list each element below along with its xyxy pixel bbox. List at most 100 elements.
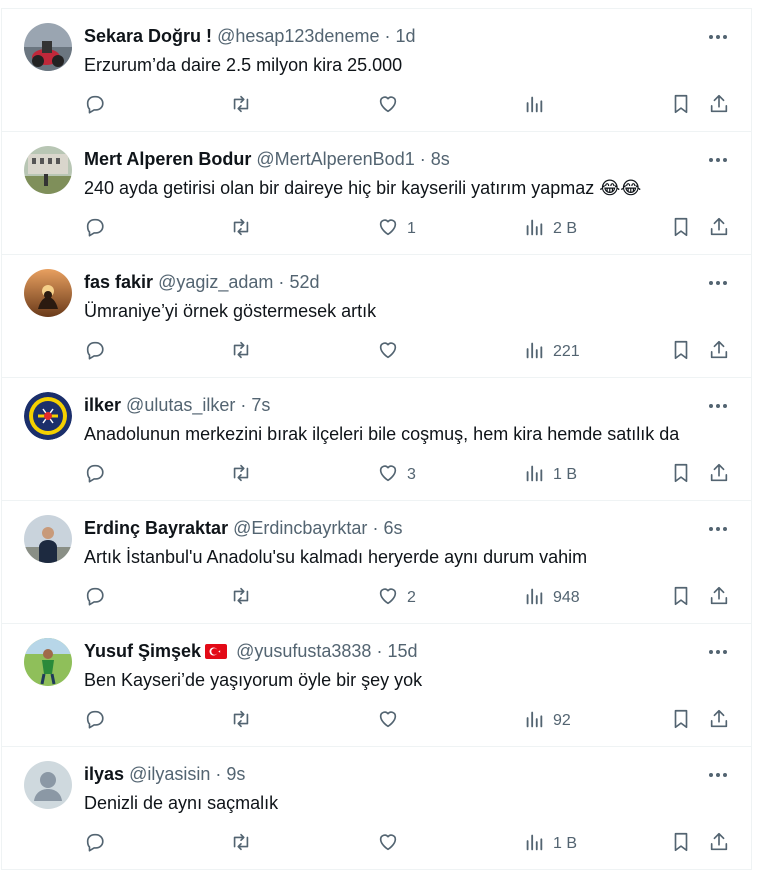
retweet-button[interactable]	[230, 583, 252, 613]
views-button[interactable]: 1 B	[523, 460, 577, 490]
like-button[interactable]	[377, 337, 407, 367]
bookmark-icon	[670, 831, 692, 858]
avatar[interactable]	[24, 761, 72, 809]
views-button[interactable]: 2 B	[523, 214, 577, 244]
more-options-icon[interactable]	[707, 519, 729, 539]
display-name[interactable]: Sekara Doğru !	[84, 26, 212, 46]
more-options-icon[interactable]	[707, 273, 729, 293]
share-button[interactable]	[708, 583, 730, 613]
bookmark-button[interactable]	[670, 337, 692, 367]
view-count: 1 B	[553, 835, 578, 852]
bookmark-icon	[670, 585, 692, 612]
action-bar: 3 1 B	[2, 460, 751, 490]
avatar[interactable]	[24, 515, 72, 563]
analytics-icon	[523, 216, 545, 243]
share-button[interactable]	[708, 829, 730, 859]
like-button[interactable]: 1	[377, 214, 416, 244]
share-button[interactable]	[708, 460, 730, 490]
reply-button[interactable]	[84, 460, 106, 490]
avatar[interactable]	[24, 146, 72, 194]
action-bar: 2 948	[2, 583, 751, 613]
like-button[interactable]: 3	[377, 460, 416, 490]
retweet-button[interactable]	[230, 829, 252, 859]
reply-button[interactable]	[84, 214, 106, 244]
timestamp[interactable]: 6s	[383, 518, 402, 538]
retweet-button[interactable]	[230, 214, 252, 244]
separator: ·	[384, 26, 391, 46]
like-button[interactable]	[377, 829, 407, 859]
user-handle[interactable]: @Erdincbayrktar	[233, 518, 367, 538]
tweet[interactable]: Erdinç Bayraktar @Erdincbayrktar · 6s Ar…	[2, 501, 751, 624]
heart-icon	[377, 831, 399, 858]
like-button[interactable]	[377, 706, 407, 736]
tweet[interactable]: Sekara Doğru ! @hesap123deneme · 1d Erzu…	[2, 9, 751, 132]
avatar[interactable]	[24, 638, 72, 686]
tweet[interactable]: ilker @ulutas_ilker · 7s Anadolunun merk…	[2, 378, 751, 501]
share-button[interactable]	[708, 91, 730, 121]
display-name[interactable]: ilker	[84, 395, 121, 415]
views-button[interactable]: 221	[523, 337, 580, 367]
tweet[interactable]: Mert Alperen Bodur @MertAlperenBod1 · 8s…	[2, 132, 751, 255]
heart-icon	[377, 708, 399, 735]
user-handle[interactable]: @MertAlperenBod1	[256, 149, 414, 169]
like-button[interactable]	[377, 91, 407, 121]
retweet-button[interactable]	[230, 706, 252, 736]
share-icon	[708, 462, 730, 489]
user-handle[interactable]: @ulutas_ilker	[126, 395, 235, 415]
user-handle[interactable]: @hesap123deneme	[217, 26, 379, 46]
timestamp[interactable]: 52d	[289, 272, 319, 292]
reply-button[interactable]	[84, 829, 106, 859]
more-options-icon[interactable]	[707, 396, 729, 416]
display-name[interactable]: ilyas	[84, 764, 124, 784]
display-name[interactable]: Mert Alperen Bodur	[84, 149, 251, 169]
bookmark-button[interactable]	[670, 583, 692, 613]
more-options-icon[interactable]	[707, 765, 729, 785]
views-button[interactable]: 92	[523, 706, 571, 736]
avatar[interactable]	[24, 269, 72, 317]
tweet-text: Anadolunun merkezini bırak ilçeleri bile…	[84, 424, 680, 444]
reply-button[interactable]	[84, 706, 106, 736]
share-button[interactable]	[708, 337, 730, 367]
view-count: 2 B	[553, 220, 578, 237]
reply-button[interactable]	[84, 337, 106, 367]
bookmark-button[interactable]	[670, 460, 692, 490]
timestamp[interactable]: 15d	[387, 641, 417, 661]
retweet-button[interactable]	[230, 337, 252, 367]
timestamp[interactable]: 7s	[251, 395, 270, 415]
display-name[interactable]: Erdinç Bayraktar	[84, 518, 228, 538]
more-options-icon[interactable]	[707, 27, 729, 47]
bookmark-button[interactable]	[670, 91, 692, 121]
retweet-button[interactable]	[230, 91, 252, 121]
share-button[interactable]	[708, 706, 730, 736]
view-count: 1 B	[553, 466, 578, 483]
timestamp[interactable]: 8s	[431, 149, 450, 169]
tweet[interactable]: Yusuf Şimşek @yusufusta3838 · 15d Ben Ka…	[2, 624, 751, 747]
more-options-icon[interactable]	[707, 642, 729, 662]
reply-button[interactable]	[84, 583, 106, 613]
bookmark-button[interactable]	[670, 829, 692, 859]
views-button[interactable]	[523, 91, 553, 121]
timestamp[interactable]: 1d	[396, 26, 416, 46]
display-name[interactable]: fas fakir	[84, 272, 153, 292]
retweet-button[interactable]	[230, 460, 252, 490]
user-handle[interactable]: @ilyasisin	[129, 764, 210, 784]
bookmark-button[interactable]	[670, 706, 692, 736]
reply-feed: Sekara Doğru ! @hesap123deneme · 1d Erzu…	[1, 8, 752, 870]
display-name[interactable]: Yusuf Şimşek	[84, 641, 201, 661]
tweet[interactable]: fas fakir @yagiz_adam · 52d Ümraniye’yi …	[2, 255, 751, 378]
more-options-icon[interactable]	[707, 150, 729, 170]
timestamp[interactable]: 9s	[226, 764, 245, 784]
avatar[interactable]	[24, 392, 72, 440]
views-button[interactable]: 1 B	[523, 829, 577, 859]
share-button[interactable]	[708, 214, 730, 244]
analytics-icon	[523, 708, 545, 735]
like-button[interactable]: 2	[377, 583, 416, 613]
user-handle[interactable]: @yusufusta3838	[236, 641, 371, 661]
bookmark-button[interactable]	[670, 214, 692, 244]
tweet[interactable]: ilyas @ilyasisin · 9s Denizli de aynı sa…	[2, 747, 751, 870]
views-button[interactable]: 948	[523, 583, 580, 613]
user-handle[interactable]: @yagiz_adam	[158, 272, 273, 292]
reply-button[interactable]	[84, 91, 106, 121]
avatar[interactable]	[24, 23, 72, 71]
share-icon	[708, 339, 730, 366]
